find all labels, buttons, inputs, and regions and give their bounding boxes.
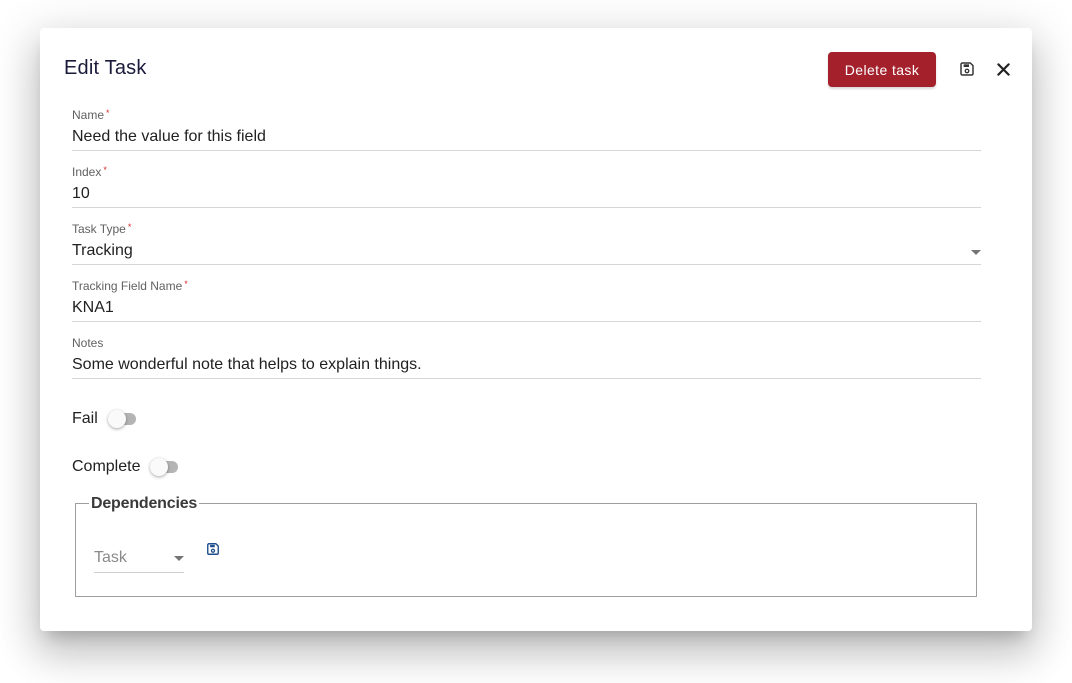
name-label: Name * [72, 108, 110, 122]
notes-field[interactable]: Notes Some wonderful note that helps to … [72, 336, 981, 379]
task-type-select[interactable]: Task Type * Tracking [72, 222, 981, 265]
dependency-task-select[interactable]: Task [94, 546, 184, 573]
tracking-field-name-field[interactable]: Tracking Field Name * KNA1 [72, 279, 981, 322]
task-type-label: Task Type * [72, 222, 132, 236]
edit-task-dialog: Edit Task Delete task Name * Need the val… [40, 28, 1032, 631]
complete-label: Complete [72, 458, 141, 475]
toggle-thumb[interactable] [107, 410, 126, 428]
dropdown-caret-icon[interactable] [971, 250, 981, 255]
notes-label: Notes [72, 336, 104, 350]
save-icon[interactable] [955, 57, 979, 81]
task-type-value[interactable]: Tracking [72, 242, 133, 260]
close-icon[interactable] [991, 57, 1015, 81]
required-marker: * [184, 279, 188, 289]
dialog-title: Edit Task [64, 57, 147, 79]
index-field[interactable]: Index * 10 [72, 165, 981, 208]
index-label: Index * [72, 165, 107, 179]
complete-toggle[interactable] [150, 457, 179, 477]
save-icon[interactable] [206, 542, 220, 561]
notes-input-value[interactable]: Some wonderful note that helps to explai… [72, 356, 422, 374]
dependencies-fieldset: Dependencies Task [75, 495, 977, 597]
name-input-value[interactable]: Need the value for this field [72, 128, 266, 146]
dropdown-caret-icon[interactable] [174, 556, 184, 561]
tracking-field-name-label: Tracking Field Name * [72, 279, 188, 293]
dependencies-legend: Dependencies [89, 495, 200, 513]
index-input-value[interactable]: 10 [72, 185, 90, 203]
name-field[interactable]: Name * Need the value for this field [72, 108, 981, 151]
complete-toggle-row: Complete [72, 457, 179, 477]
dependency-task-placeholder[interactable]: Task [94, 549, 127, 567]
fail-toggle-row: Fail [72, 409, 136, 429]
required-marker: * [106, 108, 110, 118]
required-marker: * [127, 222, 132, 232]
required-marker: * [103, 165, 107, 175]
fail-label: Fail [72, 410, 98, 427]
toggle-thumb[interactable] [150, 458, 169, 476]
fail-toggle[interactable] [107, 409, 136, 429]
tracking-field-name-value[interactable]: KNA1 [72, 299, 114, 317]
delete-task-button[interactable]: Delete task [828, 52, 936, 87]
